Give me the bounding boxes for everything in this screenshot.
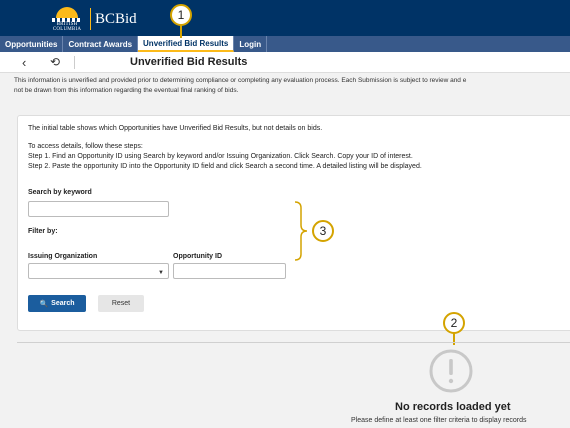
search-button-label: Search bbox=[51, 300, 75, 307]
callout-bracket bbox=[294, 201, 308, 261]
bcbid-logo[interactable]: BRITISH COLUMBIA BCBid bbox=[48, 6, 137, 32]
nav-opportunities[interactable]: Opportunities bbox=[0, 36, 64, 52]
nav-contract-awards[interactable]: Contract Awards bbox=[63, 36, 139, 52]
bc-government-logo-icon: BRITISH COLUMBIA bbox=[48, 7, 86, 32]
page-title: Unverified Bid Results bbox=[130, 56, 248, 68]
issuing-organization-select[interactable]: ▼ bbox=[28, 263, 169, 279]
page-toolbar: ‹ ⟲ Unverified Bid Results bbox=[0, 52, 570, 73]
opportunity-id-label: Opportunity ID bbox=[173, 253, 222, 260]
search-button[interactable]: 🔍 Search bbox=[28, 295, 86, 312]
search-icon: 🔍 bbox=[39, 300, 49, 308]
nav-login[interactable]: Login bbox=[234, 36, 268, 52]
empty-state-title: No records loaded yet bbox=[395, 401, 511, 413]
issuing-organization-label: Issuing Organization bbox=[28, 253, 98, 260]
empty-state-subtitle: Please define at least one filter criter… bbox=[351, 417, 527, 424]
filter-by-label: Filter by: bbox=[28, 228, 58, 235]
app-name: BCBid bbox=[95, 10, 137, 27]
alert-circle-icon bbox=[429, 349, 473, 393]
nav-unverified-bid-results[interactable]: Unverified Bid Results bbox=[138, 36, 235, 52]
intro-text: The initial table shows which Opportunit… bbox=[28, 125, 323, 132]
disclaimer-text: This information is unverified and provi… bbox=[14, 76, 570, 96]
results-divider bbox=[17, 342, 570, 343]
toolbar-divider bbox=[74, 56, 75, 69]
callout-3: 3 bbox=[312, 220, 334, 242]
steps-heading: To access details, follow these steps: bbox=[28, 143, 143, 150]
reset-button[interactable]: Reset bbox=[98, 295, 144, 312]
history-icon[interactable]: ⟲ bbox=[50, 55, 60, 69]
disclaimer-line-1: This information is unverified and provi… bbox=[14, 77, 467, 84]
main-nav: Opportunities Contract Awards Unverified… bbox=[0, 36, 570, 52]
opportunity-id-input[interactable] bbox=[173, 263, 286, 279]
callout-1-line bbox=[180, 24, 182, 38]
chevron-down-icon: ▼ bbox=[158, 270, 164, 276]
top-header: BRITISH COLUMBIA BCBid bbox=[0, 0, 570, 36]
keyword-search-input[interactable] bbox=[28, 201, 169, 217]
step-2-text: Step 2. Paste the opportunity ID into th… bbox=[28, 163, 422, 170]
keyword-label: Search by keyword bbox=[28, 189, 92, 196]
callout-2: 2 bbox=[443, 312, 465, 334]
chevron-left-icon[interactable]: ‹ bbox=[22, 55, 26, 70]
disclaimer-line-2: not be drawn from this information regar… bbox=[14, 87, 239, 94]
step-1-text: Step 1. Find an Opportunity ID using Sea… bbox=[28, 153, 413, 160]
callout-1: 1 bbox=[170, 4, 192, 26]
